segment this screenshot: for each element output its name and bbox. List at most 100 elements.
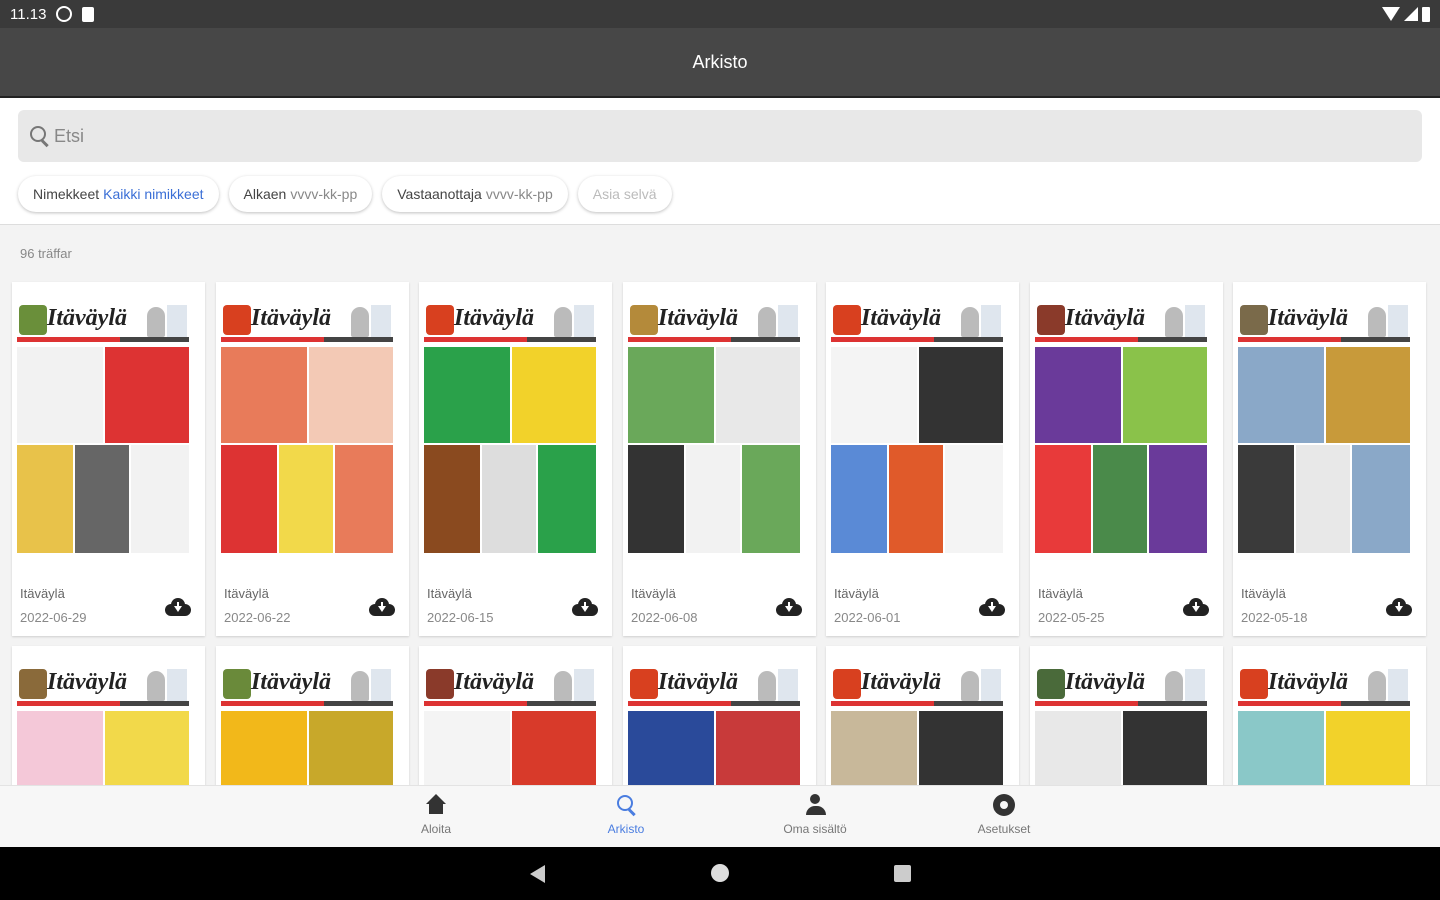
- issue-cover-thumbnail[interactable]: Itäväylä: [17, 297, 189, 553]
- filter-value: Kaikki nimikkeet: [103, 186, 204, 202]
- cover-masthead: Itäväylä: [628, 297, 800, 345]
- issue-card[interactable]: Itäväylä Itäväylä 2022-06-08: [623, 282, 816, 636]
- cover-image-block: [1035, 347, 1121, 443]
- status-time: 11.13: [10, 5, 47, 23]
- nav-item-settings[interactable]: Asetukset: [944, 794, 1064, 836]
- cover-masthead: Itäväylä: [424, 297, 596, 345]
- cloud-download-icon[interactable]: [1183, 598, 1209, 616]
- cover-masthead: Itäväylä: [17, 661, 189, 709]
- issue-card[interactable]: Itäväylä: [1233, 646, 1426, 786]
- cover-image-block: [628, 445, 684, 553]
- masthead-strip: [221, 337, 393, 342]
- masthead-photo: [961, 671, 979, 701]
- cover-image-block: [1352, 445, 1410, 553]
- masthead-name: Itäväylä: [1065, 669, 1145, 695]
- cover-image-block: [1238, 711, 1324, 786]
- issue-card[interactable]: Itäväylä Itäväylä 2022-06-15: [419, 282, 612, 636]
- issue-card[interactable]: Itäväylä Itäväylä 2022-05-25: [1030, 282, 1223, 636]
- issue-date: 2022-06-08: [631, 610, 698, 625]
- cover-masthead: Itäväylä: [1238, 661, 1410, 709]
- issue-cover-thumbnail[interactable]: Itäväylä: [17, 661, 189, 786]
- cover-image-block: [1326, 711, 1410, 786]
- issue-card[interactable]: Itäväylä: [216, 646, 409, 786]
- cover-image-block: [1326, 347, 1410, 443]
- masthead-logo-icon: [1037, 669, 1065, 699]
- nav-item-my-content[interactable]: Oma sisältö: [755, 794, 875, 836]
- issue-card[interactable]: Itäväylä: [826, 646, 1019, 786]
- cover-image-block: [628, 347, 714, 443]
- signal-icon: [1404, 7, 1418, 21]
- issue-cover-thumbnail[interactable]: Itäväylä: [424, 661, 596, 786]
- masthead-photo: [554, 671, 572, 701]
- issue-cover-thumbnail[interactable]: Itäväylä: [831, 661, 1003, 786]
- issue-card[interactable]: Itäväylä: [1030, 646, 1223, 786]
- filter-label: Asia selvä: [592, 186, 657, 202]
- issue-card[interactable]: Itäväylä: [623, 646, 816, 786]
- cover-content: [1238, 711, 1410, 786]
- home-button-icon[interactable]: [711, 864, 729, 882]
- filter-chip-titles[interactable]: Nimekkeet Kaikki nimikkeet: [18, 176, 219, 212]
- nav-item-start[interactable]: Aloita: [376, 794, 496, 836]
- issue-cover-thumbnail[interactable]: Itäväylä: [221, 297, 393, 553]
- masthead-logo-icon: [630, 305, 658, 335]
- issue-card[interactable]: Itäväylä Itäväylä 2022-05-18: [1233, 282, 1426, 636]
- cover-masthead: Itäväylä: [1035, 297, 1207, 345]
- cover-masthead: Itäväylä: [1035, 661, 1207, 709]
- system-navigation-bar: [0, 847, 1440, 900]
- cover-content: [424, 347, 596, 553]
- issue-cover-thumbnail[interactable]: Itäväylä: [1238, 661, 1410, 786]
- cover-image-block: [919, 347, 1003, 443]
- masthead-logo-icon: [19, 669, 47, 699]
- recent-apps-icon[interactable]: [894, 865, 911, 882]
- filter-chip-to-date[interactable]: Vastaanottaja vvvv-kk-pp: [382, 176, 568, 212]
- issue-card[interactable]: Itäväylä Itäväylä 2022-06-22: [216, 282, 409, 636]
- cover-content: [628, 347, 800, 553]
- back-icon[interactable]: [530, 865, 545, 883]
- masthead-teaser: [981, 669, 1001, 701]
- masthead-name: Itäväylä: [1065, 305, 1145, 331]
- masthead-name: Itäväylä: [861, 305, 941, 331]
- issue-card[interactable]: Itäväylä: [419, 646, 612, 786]
- cover-masthead: Itäväylä: [17, 297, 189, 345]
- issue-cover-thumbnail[interactable]: Itäväylä: [424, 297, 596, 553]
- nav-item-archive[interactable]: Arkisto: [566, 794, 686, 836]
- masthead-teaser: [778, 305, 798, 337]
- cloud-download-icon[interactable]: [776, 598, 802, 616]
- masthead-name: Itäväylä: [658, 305, 738, 331]
- search-input[interactable]: [54, 125, 1354, 147]
- cover-content: [1035, 347, 1207, 553]
- masthead-strip: [831, 337, 1003, 342]
- masthead-name: Itäväylä: [1268, 669, 1348, 695]
- cover-image-block: [742, 445, 800, 553]
- cloud-download-icon[interactable]: [1386, 598, 1412, 616]
- issue-title: Itäväylä: [1241, 586, 1286, 601]
- cloud-download-icon[interactable]: [572, 598, 598, 616]
- issue-cover-thumbnail[interactable]: Itäväylä: [1238, 297, 1410, 553]
- issue-date: 2022-05-25: [1038, 610, 1105, 625]
- masthead-photo: [147, 307, 165, 337]
- cover-content: [831, 711, 1003, 786]
- issue-card[interactable]: Itäväylä Itäväylä 2022-06-01: [826, 282, 1019, 636]
- filter-chip-clear[interactable]: Asia selvä: [577, 176, 672, 212]
- issue-cover-thumbnail[interactable]: Itäväylä: [1035, 297, 1207, 553]
- issue-title: Itäväylä: [834, 586, 879, 601]
- cover-image-block: [628, 711, 714, 786]
- masthead-strip: [831, 701, 1003, 706]
- issue-cover-thumbnail[interactable]: Itäväylä: [628, 297, 800, 553]
- masthead-logo-icon: [1240, 669, 1268, 699]
- cover-image-block: [1093, 445, 1147, 553]
- issue-cover-thumbnail[interactable]: Itäväylä: [628, 661, 800, 786]
- issue-card[interactable]: Itäväylä Itäväylä 2022-06-29: [12, 282, 205, 636]
- filter-chip-from-date[interactable]: Alkaen vvvv-kk-pp: [228, 176, 373, 212]
- issue-card[interactable]: Itäväylä: [12, 646, 205, 786]
- cloud-download-icon[interactable]: [979, 598, 1005, 616]
- cloud-download-icon[interactable]: [165, 598, 191, 616]
- masthead-name: Itäväylä: [658, 669, 738, 695]
- issue-cover-thumbnail[interactable]: Itäväylä: [831, 297, 1003, 553]
- issue-cover-thumbnail[interactable]: Itäväylä: [1035, 661, 1207, 786]
- masthead-name: Itäväylä: [251, 669, 331, 695]
- masthead-teaser: [1185, 669, 1205, 701]
- issue-cover-thumbnail[interactable]: Itäväylä: [221, 661, 393, 786]
- search-bar[interactable]: [18, 110, 1422, 162]
- cloud-download-icon[interactable]: [369, 598, 395, 616]
